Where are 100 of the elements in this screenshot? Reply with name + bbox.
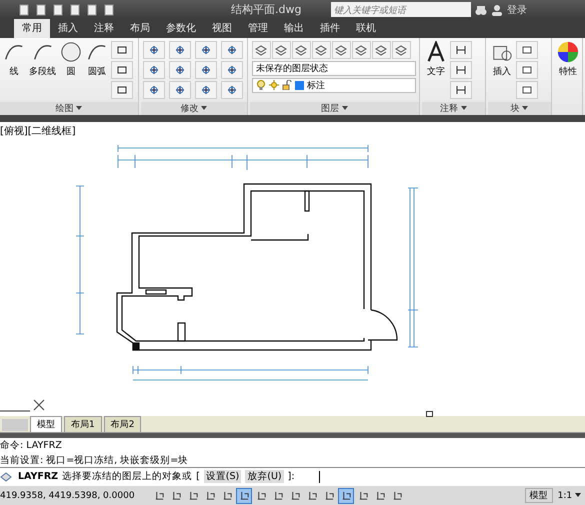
- panel-title[interactable]: 注释: [422, 102, 486, 115]
- caret-icon: [461, 106, 467, 110]
- layer-icon: [335, 44, 348, 56]
- tool-button[interactable]: [332, 40, 351, 59]
- caret-icon: [522, 106, 528, 110]
- ribbon-tab[interactable]: 插件: [312, 18, 348, 38]
- command-history-line: 当前设置: 视口=视口冻结, 块嵌套级别=块: [0, 454, 190, 468]
- ribbon-tab[interactable]: 常用: [14, 18, 50, 38]
- document-icon[interactable]: [69, 4, 81, 16]
- login-link[interactable]: 登录: [507, 2, 527, 17]
- layer-state-dropdown[interactable]: 未保存的图层状态: [252, 60, 416, 76]
- tool-button[interactable]: [392, 40, 411, 59]
- tool-button[interactable]: 多段线: [28, 40, 57, 78]
- caret-icon: [76, 106, 82, 110]
- caret-icon: [575, 493, 581, 498]
- model-space-button[interactable]: 模型: [524, 488, 553, 504]
- tool-button[interactable]: [194, 80, 217, 99]
- tool-button[interactable]: [142, 60, 165, 79]
- tool-button[interactable]: [516, 60, 538, 79]
- tool-button[interactable]: [220, 60, 243, 79]
- panel-title[interactable]: 绘图: [0, 102, 138, 115]
- rectangle-icon: [116, 84, 128, 96]
- document-icon[interactable]: [103, 4, 115, 16]
- tool-button[interactable]: [450, 80, 472, 99]
- tool-button[interactable]: [516, 80, 538, 99]
- tool-button[interactable]: 圆弧: [85, 40, 109, 78]
- bracket: [: [196, 471, 200, 482]
- ribbon-tab[interactable]: 视图: [204, 18, 240, 38]
- document-icon[interactable]: [18, 4, 30, 16]
- tool-button[interactable]: [450, 60, 472, 79]
- color-wheel-icon: [557, 40, 579, 63]
- search-field[interactable]: 键入关键字或短语: [331, 2, 471, 18]
- layer-icon: [315, 44, 328, 56]
- tool-button[interactable]: [111, 40, 133, 59]
- text-tool-button[interactable]: 文字: [424, 40, 448, 78]
- command-option[interactable]: 设置(S): [204, 470, 242, 484]
- dimension-icon: [455, 84, 468, 96]
- layout-tab[interactable]: 布局2: [104, 416, 142, 432]
- status-toggle[interactable]: [338, 488, 354, 504]
- panel-title[interactable]: 块: [488, 102, 551, 115]
- document-icon[interactable]: [52, 4, 64, 16]
- tool-button[interactable]: 圆: [59, 40, 83, 78]
- document-icon[interactable]: [35, 4, 47, 16]
- tool-button[interactable]: [450, 40, 472, 59]
- ribbon-tab[interactable]: 插入: [50, 18, 86, 38]
- panel-title[interactable]: 修改: [140, 102, 247, 115]
- tool-button[interactable]: [111, 60, 133, 79]
- tool-button[interactable]: [168, 60, 191, 79]
- panel-title[interactable]: 图层: [250, 102, 420, 115]
- ribbon-tab[interactable]: 布局: [122, 18, 158, 38]
- document-icon[interactable]: [86, 4, 98, 16]
- tool-button[interactable]: [194, 60, 217, 79]
- insert-button[interactable]: 插入: [490, 40, 514, 78]
- caret-icon: [201, 106, 208, 110]
- rectangle-icon: [116, 64, 128, 76]
- ribbon-tab[interactable]: 联机: [348, 18, 384, 38]
- annotation-scale[interactable]: 1:1: [554, 490, 585, 501]
- ribbon-tab[interactable]: 注释: [86, 18, 122, 38]
- tool-button[interactable]: [372, 40, 391, 59]
- tool-button[interactable]: 线: [2, 40, 26, 78]
- binoculars-icon[interactable]: [475, 4, 487, 16]
- lock-icon: [282, 80, 292, 90]
- tool-button[interactable]: [312, 40, 331, 59]
- ribbon-tab[interactable]: 参数化: [158, 18, 204, 38]
- tool-button[interactable]: [142, 40, 165, 59]
- letter-a-icon: [425, 40, 448, 63]
- tool-button[interactable]: [168, 40, 191, 59]
- command-history-line: 命令: LAYFRZ: [0, 439, 63, 452]
- layer-icon: [375, 44, 388, 56]
- tool-button[interactable]: [292, 40, 311, 59]
- tool-button[interactable]: [220, 40, 243, 59]
- layout-tab[interactable]: 模型: [30, 416, 62, 432]
- tool-button[interactable]: [220, 80, 243, 99]
- command-name: LAYFRZ: [18, 471, 58, 482]
- tool-button[interactable]: [111, 80, 133, 99]
- bulb-icon: [256, 80, 266, 90]
- ribbon-tab[interactable]: 输出: [276, 18, 312, 38]
- tool-button[interactable]: [168, 80, 191, 99]
- tool-button[interactable]: [142, 80, 165, 99]
- viewport-label[interactable]: [俯视][二维线框]: [0, 124, 76, 138]
- layer-icon: [355, 44, 368, 56]
- tool-button[interactable]: [272, 40, 291, 59]
- status-toggle[interactable]: [236, 488, 252, 504]
- tool-button[interactable]: [516, 40, 538, 59]
- tool-button[interactable]: [252, 40, 271, 59]
- layer-icon: [395, 44, 408, 56]
- layer-dropdown[interactable]: 标注: [252, 78, 416, 93]
- command-icon[interactable]: [0, 470, 14, 483]
- layout-tab[interactable]: 布局1: [64, 416, 102, 432]
- command-option[interactable]: 放弃(U): [245, 470, 284, 484]
- ribbon-tab[interactable]: 管理: [240, 18, 276, 38]
- window-title: 结构平面.dwg: [231, 2, 302, 18]
- bracket: ]:: [288, 471, 295, 482]
- coordinates-readout[interactable]: 419.9358, 4419.5398, 0.0000: [0, 490, 150, 501]
- user-icon[interactable]: [491, 4, 503, 16]
- tool-button[interactable]: [352, 40, 371, 59]
- properties-button[interactable]: 特性: [556, 40, 580, 78]
- text-caret: [318, 470, 320, 483]
- layer-icon: [275, 44, 288, 56]
- tool-button[interactable]: [194, 40, 217, 59]
